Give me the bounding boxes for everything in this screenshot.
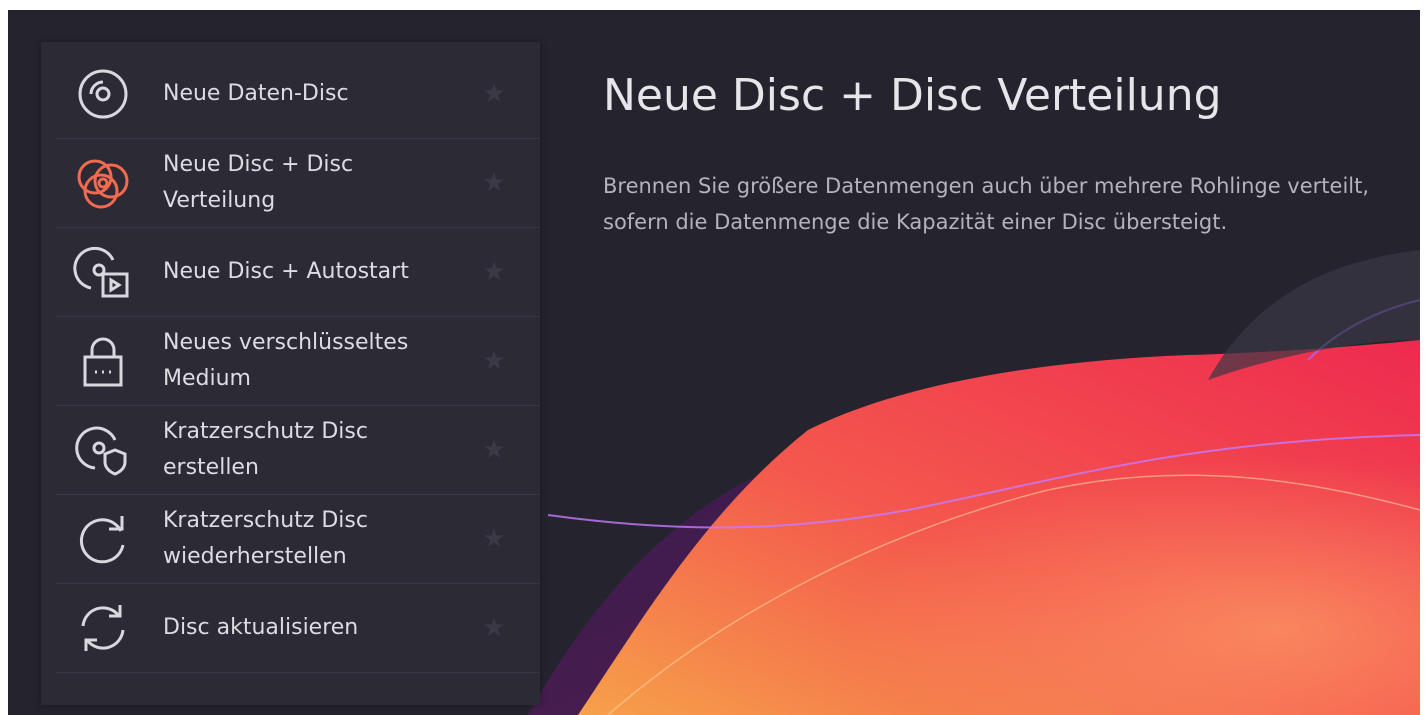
list-item-new-disc-autostart[interactable]: Neue Disc + Autostart ★	[56, 228, 540, 317]
lock-icon	[73, 331, 133, 391]
list-item-new-encrypted-medium[interactable]: Neues verschlüsseltes Medium ★	[56, 317, 540, 406]
list-item-new-data-disc[interactable]: Neue Daten-Disc ★	[56, 50, 540, 139]
star-icon[interactable]: ★	[479, 524, 509, 554]
star-icon[interactable]: ★	[479, 79, 509, 109]
list-item-scratch-protection-create[interactable]: Kratzerschutz Disc erstellen ★	[56, 406, 540, 495]
refresh-icon	[73, 598, 133, 658]
restore-icon	[73, 509, 133, 569]
list-item-label: Neue Disc + Autostart	[163, 259, 409, 284]
star-icon[interactable]: ★	[479, 613, 509, 643]
app-window: Neue Daten-Disc ★ Neue Disc + Disc Verte…	[8, 10, 1420, 715]
action-list-panel: Neue Daten-Disc ★ Neue Disc + Disc Verte…	[41, 42, 540, 705]
page-description: Brennen Sie größere Datenmengen auch übe…	[603, 174, 1370, 234]
star-icon[interactable]: ★	[479, 435, 509, 465]
list-item-new-disc-spanning[interactable]: Neue Disc + Disc Verteilung ★	[56, 139, 540, 228]
list-item-update-disc[interactable]: Disc aktualisieren ★	[56, 584, 540, 673]
star-icon[interactable]: ★	[479, 168, 509, 198]
page-title: Neue Disc + Disc Verteilung	[603, 70, 1222, 121]
star-icon[interactable]: ★	[479, 346, 509, 376]
list-item-label: Kratzerschutz Disc erstellen	[163, 419, 368, 480]
disc-shield-icon	[73, 420, 133, 480]
list-item-label: Kratzerschutz Disc wiederherstellen	[163, 508, 368, 569]
star-icon[interactable]: ★	[479, 257, 509, 287]
disc-spanning-icon	[73, 153, 133, 213]
disc-icon	[73, 64, 133, 124]
list-item-label: Neue Disc + Disc Verteilung	[163, 152, 354, 213]
list-item-label: Neue Daten-Disc	[163, 81, 349, 106]
list-item-label: Disc aktualisieren	[163, 615, 359, 640]
list-item-label: Neues verschlüsseltes Medium	[163, 330, 409, 391]
list-item-scratch-protection-restore[interactable]: Kratzerschutz Disc wiederherstellen ★	[56, 495, 540, 584]
disc-autostart-icon	[73, 242, 133, 302]
